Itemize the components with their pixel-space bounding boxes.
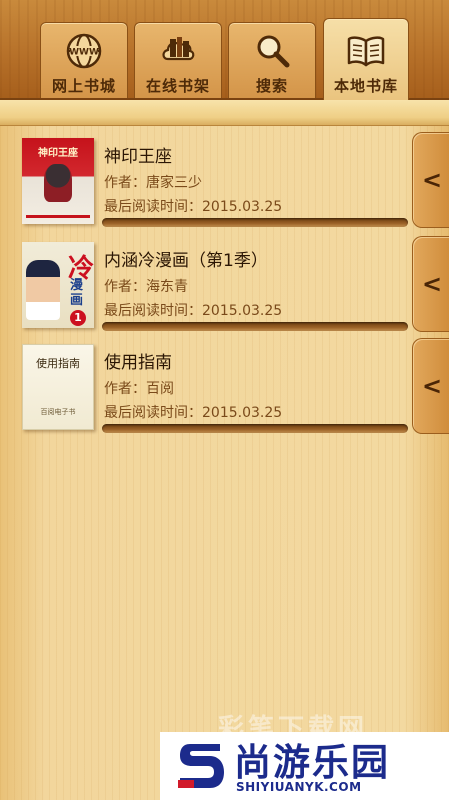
book-cover[interactable]: 冷 漫画 1: [22, 242, 94, 328]
cover-title-side: 漫画: [70, 278, 84, 308]
book-title: 内涵冷漫画（第1季）: [104, 251, 268, 271]
tab-label: 网上书城: [51, 77, 116, 95]
reading-progress-bar: [102, 322, 408, 331]
book-cover[interactable]: 神印王座: [22, 138, 94, 224]
top-tab-bar: WWW 网上书城 在线书架 搜索 本地书库: [0, 0, 449, 100]
tab-online-bookshelf[interactable]: 在线书架: [134, 22, 222, 98]
book-author: 作者：百阅: [104, 381, 174, 397]
expand-handle-button[interactable]: <: [412, 236, 449, 332]
open-book-icon: [347, 36, 385, 67]
site-logo-icon: [178, 744, 224, 788]
globe-www-icon: WWW: [66, 33, 102, 69]
expand-handle-button[interactable]: <: [412, 338, 449, 434]
book-author: 作者：唐家三少: [104, 175, 202, 191]
cover-figure: [44, 164, 72, 202]
tab-search[interactable]: 搜索: [228, 22, 316, 98]
book-last-read: 最后阅读时间：2015.03.25: [104, 405, 283, 421]
watermark-banner: 尚游乐园 SHIYIUANYK.COM: [170, 732, 449, 800]
magnifier-icon: [257, 35, 290, 68]
local-library-list: 神印王座 神印王座 作者：唐家三少 最后阅读时间：2015.03.25 < 冷 …: [0, 126, 449, 800]
cover-publisher: 百阅电子书: [40, 408, 76, 416]
cover-volume-number: 1: [70, 310, 86, 326]
cover-title: 使用指南: [36, 357, 80, 370]
tab-online-bookstore[interactable]: WWW 网上书城: [40, 22, 128, 98]
book-title: 神印王座: [104, 147, 172, 167]
watermark-brand: 尚游乐园: [234, 741, 390, 784]
tab-label: 在线书架: [145, 77, 210, 95]
cover-title: 神印王座: [38, 148, 78, 159]
chevron-left-icon: <: [421, 372, 443, 400]
cover-character: [26, 260, 60, 320]
reading-progress-bar: [102, 424, 408, 433]
cover-strip: [26, 215, 90, 218]
tab-local-library[interactable]: 本地书库: [323, 18, 409, 100]
list-item[interactable]: 冷 漫画 1 内涵冷漫画（第1季） 作者：海东青 最后阅读时间：2015.03.…: [0, 236, 449, 342]
chevron-left-icon: <: [421, 166, 443, 194]
reading-progress-bar: [102, 218, 408, 227]
book-last-read: 最后阅读时间：2015.03.25: [104, 199, 283, 215]
book-last-read: 最后阅读时间：2015.03.25: [104, 303, 283, 319]
cloud-bookshelf-icon: [162, 37, 195, 61]
svg-text:WWW: WWW: [69, 48, 99, 58]
watermark-url: SHIYIUANYK.COM: [236, 780, 362, 794]
tab-label: 搜索: [255, 77, 288, 95]
book-title: 使用指南: [104, 353, 172, 373]
chevron-left-icon: <: [421, 270, 443, 298]
list-item[interactable]: 神印王座 神印王座 作者：唐家三少 最后阅读时间：2015.03.25 <: [0, 132, 449, 238]
book-author: 作者：海东青: [104, 279, 188, 295]
expand-handle-button[interactable]: <: [412, 132, 449, 228]
tab-label: 本地书库: [333, 77, 398, 95]
list-item[interactable]: 使用指南 百阅电子书 使用指南 作者：百阅 最后阅读时间：2015.03.25 …: [0, 338, 449, 444]
shelf-header: [0, 100, 449, 126]
book-cover[interactable]: 使用指南 百阅电子书: [22, 344, 94, 430]
